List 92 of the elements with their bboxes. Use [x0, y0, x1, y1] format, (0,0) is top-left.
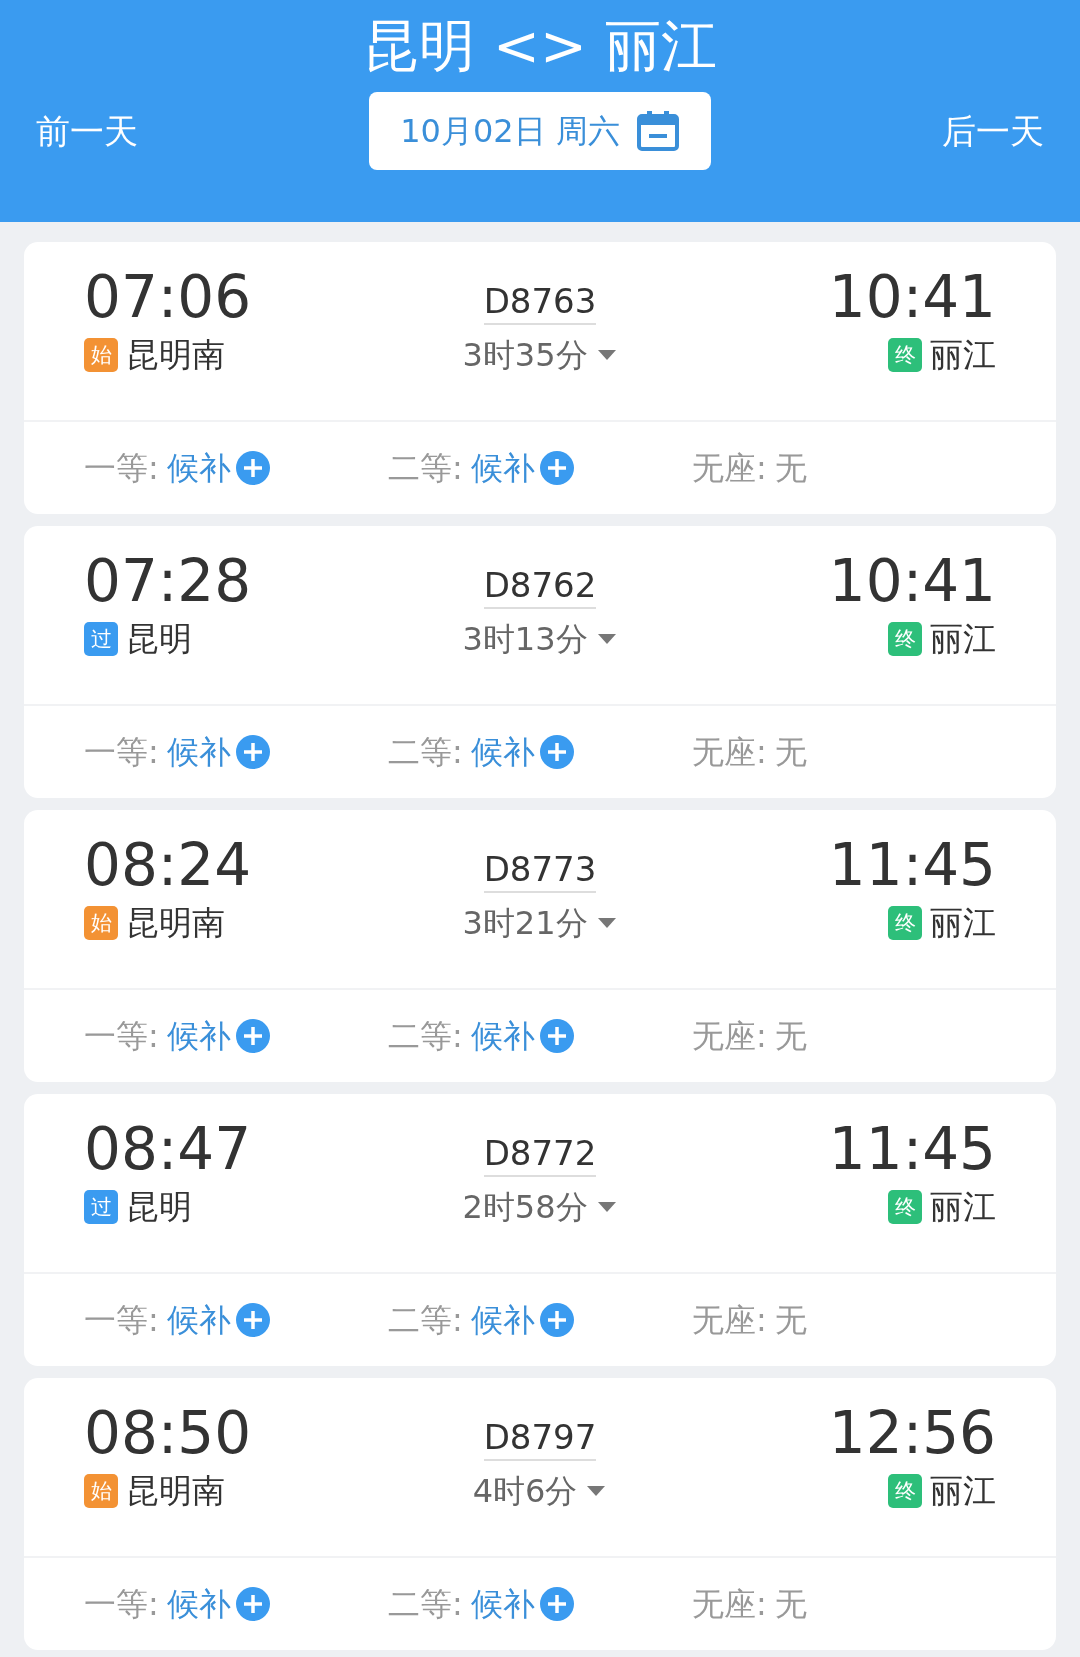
seat-class-label: 一等: [84, 448, 159, 489]
train-card[interactable]: 07:28 过 昆明 D8762 3时13分 10:41 终 丽江 一等: 候补 二等: 候补 无座: 无 [24, 526, 1056, 798]
station-type-badge: 终 [888, 906, 922, 940]
station-name: 丽江 [930, 335, 996, 374]
train-card[interactable]: 08:47 过 昆明 D8772 2时58分 11:45 终 丽江 一等: 候补 二等: 候补 无座: 无 [24, 1094, 1056, 1366]
waitlist-status: 候补 [470, 732, 535, 773]
calendar-icon [635, 109, 680, 153]
dropdown-caret-icon[interactable] [585, 1484, 608, 1498]
waitlist-status: 候补 [470, 1016, 535, 1057]
arrival-time: 10:41 [828, 264, 996, 330]
dropdown-caret-icon[interactable] [595, 348, 618, 362]
seat-class-label: 一等: [84, 732, 159, 773]
waitlist-status: 候补 [166, 1016, 231, 1057]
seat-availability: 无 [774, 1584, 807, 1625]
arrival-time: 11:45 [828, 832, 996, 898]
station-type-badge: 过 [84, 622, 118, 656]
seat-class-label: 一等: [84, 1016, 159, 1057]
departure-time: 07:06 [84, 264, 252, 330]
add-icon[interactable] [538, 1018, 575, 1054]
station-name: 昆明 [126, 619, 192, 658]
station-name: 昆明南 [126, 335, 225, 374]
route-title: 昆明 <> 丽江 [362, 12, 718, 80]
seat-class-label: 二等: [388, 1584, 463, 1625]
station-name: 丽江 [930, 1187, 996, 1226]
seat-class-label: 无座: [692, 1584, 767, 1625]
travel-duration: 3时13分 [462, 619, 588, 660]
arrival-time: 11:45 [828, 1116, 996, 1182]
add-icon[interactable] [538, 450, 575, 486]
station-type-badge: 始 [84, 1474, 118, 1508]
departure-time: 08:50 [84, 1400, 252, 1466]
train-number: D8797 [483, 1417, 597, 1461]
travel-duration: 2时58分 [462, 1187, 588, 1228]
seat-availability: 无 [774, 448, 807, 489]
waitlist-status: 候补 [470, 448, 535, 489]
station-type-badge: 终 [888, 622, 922, 656]
add-icon[interactable] [234, 734, 271, 770]
arrival-time: 10:41 [828, 548, 996, 614]
add-icon[interactable] [234, 1586, 271, 1622]
station-type-badge: 终 [888, 1474, 922, 1508]
seat-availability: 无 [774, 732, 807, 773]
station-type-badge: 始 [84, 906, 118, 940]
travel-duration: 3时21分 [462, 903, 588, 944]
arrival-time: 12:56 [828, 1400, 996, 1466]
seat-class-label: 一等: [84, 1300, 159, 1341]
station-type-badge: 终 [888, 338, 922, 372]
seat-class-label: 无座: [692, 732, 767, 773]
waitlist-status: 候补 [470, 1300, 535, 1341]
seat-availability: 无 [774, 1016, 807, 1057]
seat-class-label: 二等: [388, 1300, 463, 1341]
seat-class-label: 无座: [692, 1300, 767, 1341]
dropdown-caret-icon[interactable] [595, 916, 618, 930]
waitlist-status: 候补 [166, 1300, 231, 1341]
station-type-badge: 始 [84, 338, 118, 372]
seat-class-label: 二等: [388, 448, 463, 489]
train-card[interactable]: 08:24 始 昆明南 D8773 3时21分 11:45 终 丽江 一等: 候补 二等: 候补 无座: 无 [24, 810, 1056, 1082]
station-name: 丽江 [930, 903, 996, 942]
station-name: 昆明南 [126, 903, 225, 942]
waitlist-status: 候补 [166, 1584, 231, 1625]
train-number: D8773 [483, 849, 597, 893]
add-icon[interactable] [234, 1018, 271, 1054]
seat-availability: 无 [774, 1300, 807, 1341]
departure-time: 08:24 [84, 832, 252, 898]
train-card[interactable]: 08:50 始 昆明南 D8797 4时6分 12:56 终 丽江 一等: 候补 二等: 候补 无座: 无 [24, 1378, 1056, 1650]
travel-duration: 3时35分 [462, 335, 588, 376]
seat-class-label: 一等: [84, 1584, 159, 1625]
station-type-badge: 终 [888, 1190, 922, 1224]
travel-duration: 4时6分 [472, 1471, 578, 1512]
train-card[interactable]: 07:06 始 昆明南 D8763 3时35分 10:41 终 丽江 一等: 候补 二等: 候补 无座: 无 [24, 242, 1056, 514]
seat-class-label: 二等: [388, 1016, 463, 1057]
waitlist-status: 候补 [470, 1584, 535, 1625]
seat-class-label: 二等: [388, 732, 463, 773]
train-number: D8772 [483, 1133, 597, 1177]
train-number: D8762 [483, 565, 597, 609]
add-icon[interactable] [538, 734, 575, 770]
add-icon[interactable] [538, 1586, 575, 1622]
train-number: D8763 [483, 281, 597, 325]
dropdown-caret-icon[interactable] [595, 632, 618, 646]
add-icon[interactable] [234, 1302, 271, 1338]
add-icon[interactable] [234, 450, 271, 486]
dropdown-caret-icon[interactable] [595, 1200, 618, 1214]
waitlist-status: 候补 [166, 732, 231, 773]
station-type-badge: 过 [84, 1190, 118, 1224]
departure-time: 07:28 [84, 548, 252, 614]
seat-class-label: 无座: [692, 1016, 767, 1057]
departure-time: 08:47 [84, 1116, 252, 1182]
station-name: 昆明南 [126, 1471, 225, 1510]
station-name: 丽江 [930, 1471, 996, 1510]
add-icon[interactable] [538, 1302, 575, 1338]
waitlist-status: 候补 [166, 448, 231, 489]
seat-class-label: 无座: [692, 448, 767, 489]
station-name: 丽江 [930, 619, 996, 658]
station-name: 昆明 [126, 1187, 192, 1226]
